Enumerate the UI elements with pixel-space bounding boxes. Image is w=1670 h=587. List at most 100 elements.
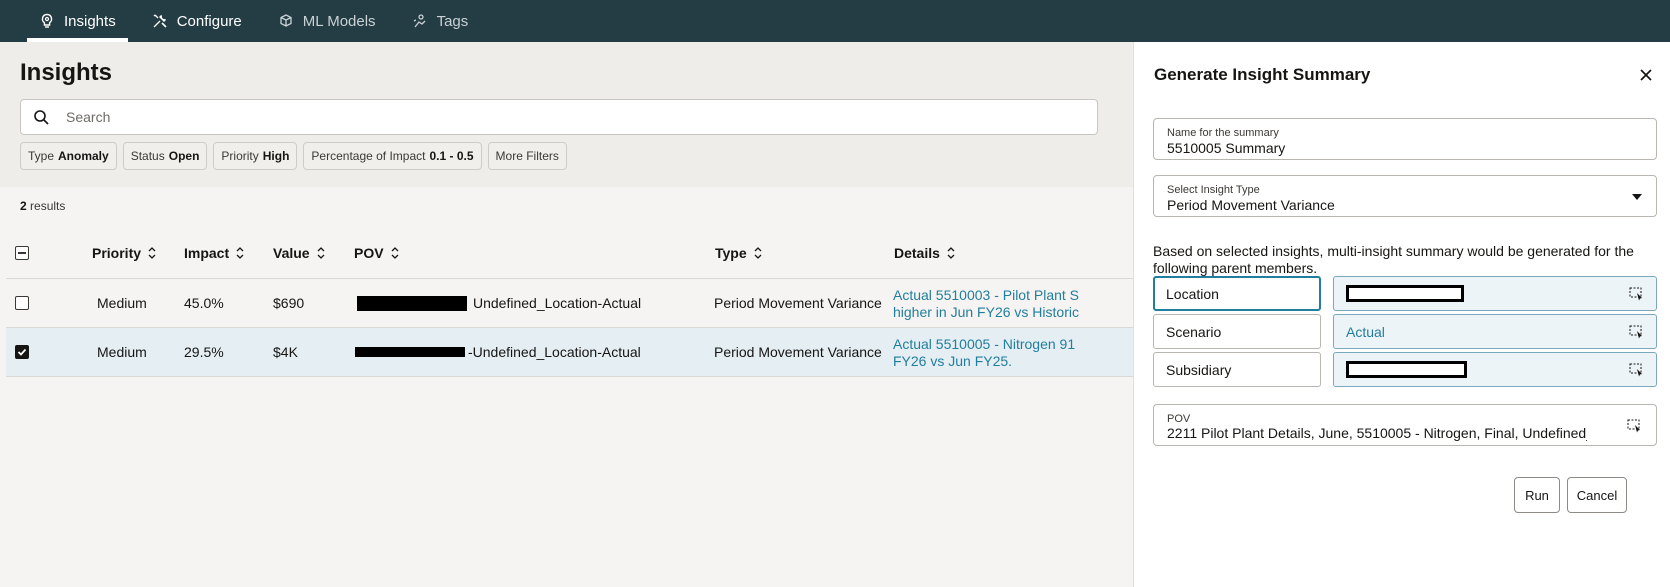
- filter-chip-status[interactable]: Status Open: [122, 142, 208, 170]
- filter-chip-value: Open: [168, 149, 200, 163]
- table-header: Priority Impact Value POV Type Details: [6, 227, 1133, 279]
- table-row[interactable]: Medium 45.0% $690 Undefined_Location-Act…: [6, 279, 1133, 328]
- results-count: 2 results: [20, 199, 65, 213]
- value-cell: $690: [273, 295, 305, 311]
- tab-ml-models[interactable]: ML Models: [266, 0, 388, 42]
- member-selector-icon: [1629, 287, 1642, 301]
- filter-chip-label: Percentage of Impact: [311, 149, 426, 163]
- redacted-block: [357, 295, 467, 311]
- redacted-block: [1346, 285, 1464, 302]
- tab-configure-label: Configure: [176, 12, 242, 30]
- impact-cell: 29.5%: [184, 344, 224, 360]
- summary-hint: Based on selected insights, multi-insigh…: [1153, 243, 1634, 276]
- tab-tags-label: Tags: [436, 12, 469, 30]
- details-line: FY26 vs Jun FY25.: [893, 353, 1013, 369]
- type-cell: Period Movement Variance: [714, 344, 882, 360]
- row-checkbox[interactable]: [15, 345, 29, 359]
- member-name-subsidiary[interactable]: Subsidiary: [1153, 352, 1321, 387]
- top-navigation: Insights Configure ML Models Tags: [0, 0, 1670, 42]
- close-icon[interactable]: [1637, 66, 1655, 84]
- run-button[interactable]: Run: [1514, 477, 1560, 513]
- impact-cell: 45.0%: [184, 295, 224, 311]
- details-link[interactable]: Actual 5510005 - Nitrogen 91 FY26 vs Jun …: [893, 328, 1133, 376]
- more-filters-button[interactable]: More Filters: [487, 142, 567, 170]
- sort-icon: [236, 246, 244, 259]
- column-header-impact[interactable]: Impact: [184, 227, 245, 278]
- column-header-type[interactable]: Type: [715, 227, 763, 278]
- value-cell: $4K: [273, 344, 298, 360]
- sort-icon: [317, 246, 325, 259]
- tools-icon: [153, 14, 167, 28]
- redacted-block: [1346, 361, 1467, 378]
- member-value-subsidiary[interactable]: [1333, 352, 1657, 387]
- member-selector-icon: [1629, 363, 1642, 377]
- type-cell: Period Movement Variance: [714, 295, 882, 311]
- select-all-checkbox[interactable]: [15, 245, 29, 260]
- filter-chip-label: Type: [28, 149, 55, 163]
- insight-type-select[interactable]: Select Insight Type Period Movement Vari…: [1153, 175, 1657, 217]
- tab-configure[interactable]: Configure: [140, 0, 254, 42]
- details-line: higher in Jun FY26 vs Historic: [893, 304, 1079, 320]
- insights-header: Insights TypeAnomaly StatusOpen Priority…: [0, 42, 1133, 187]
- details-line: Actual 5510005 - Nitrogen 91: [893, 336, 1076, 352]
- chevron-down-icon: [1632, 194, 1642, 200]
- filter-chip-priority[interactable]: Priority High: [213, 142, 298, 170]
- pov-field[interactable]: POV 2211 Pilot Plant Details, June, 5510…: [1153, 404, 1657, 446]
- column-label: Type: [715, 244, 747, 261]
- tab-insights[interactable]: Insights: [27, 0, 128, 42]
- details-link[interactable]: Actual 5510003 - Pilot Plant Shigher in …: [893, 279, 1133, 327]
- cancel-button[interactable]: Cancel: [1567, 477, 1627, 513]
- tag-person-icon: [413, 14, 426, 28]
- member-selector-icon: [1629, 325, 1642, 339]
- sort-icon: [148, 246, 156, 259]
- tab-ml-models-label: ML Models: [302, 12, 376, 30]
- priority-cell: Medium: [97, 344, 147, 360]
- table-row[interactable]: Medium 29.5% $4K -Undefined_Location-Act…: [6, 328, 1133, 377]
- sort-icon: [391, 246, 399, 259]
- summary-name-field[interactable]: Name for the summary 5510005 Summary: [1153, 118, 1657, 160]
- sort-icon: [754, 246, 762, 259]
- field-label: Name for the summary: [1167, 127, 1279, 139]
- column-label: Value: [273, 244, 310, 261]
- insights-table: Priority Impact Value POV Type Details M…: [6, 227, 1133, 377]
- member-name-location[interactable]: Location: [1153, 276, 1321, 311]
- filter-chip-type[interactable]: Type Anomaly: [20, 142, 117, 170]
- pov-text: Undefined_Location-Actual: [473, 295, 642, 311]
- pov-cell: Undefined_Location-Actual: [357, 279, 641, 327]
- field-label: Select Insight Type: [1167, 184, 1260, 196]
- member-value-text: Actual: [1346, 323, 1385, 340]
- field-value: Period Movement Variance: [1167, 197, 1335, 213]
- member-value-scenario[interactable]: Actual: [1333, 314, 1657, 349]
- member-selector-icon: [1627, 419, 1640, 433]
- column-header-value[interactable]: Value: [273, 227, 326, 278]
- column-header-pov[interactable]: POV: [354, 227, 400, 278]
- search-input[interactable]: [66, 100, 1066, 134]
- lightbulb-icon: [41, 13, 53, 28]
- member-name-scenario[interactable]: Scenario: [1153, 314, 1321, 349]
- search-icon: [34, 110, 49, 125]
- pov-text: -Undefined_Location-Actual: [468, 344, 641, 360]
- filter-chip-impact[interactable]: Percentage of Impact 0.1 - 0.5: [303, 142, 482, 170]
- filter-chip-label: Status: [130, 149, 165, 163]
- page-title: Insights: [20, 59, 113, 86]
- column-header-details[interactable]: Details: [894, 227, 956, 278]
- details-line: Actual 5510003 - Pilot Plant S: [893, 287, 1080, 303]
- results-number: 2: [20, 199, 27, 213]
- column-header-priority[interactable]: Priority: [92, 227, 157, 278]
- tab-insights-label: Insights: [64, 12, 116, 30]
- column-label: Priority: [92, 244, 142, 261]
- column-label: Details: [894, 244, 940, 261]
- field-value: 5510005 Summary: [1167, 140, 1286, 156]
- filter-chip-value: 0.1 - 0.5: [429, 149, 474, 163]
- pov-cell: -Undefined_Location-Actual: [355, 328, 641, 376]
- member-value-location[interactable]: [1333, 276, 1657, 311]
- tab-tags[interactable]: Tags: [400, 0, 481, 42]
- results-label: results: [26, 199, 66, 213]
- filter-chip-label: Priority: [221, 149, 259, 163]
- search-box: [20, 99, 1098, 135]
- insights-main: Insights TypeAnomaly StatusOpen Priority…: [0, 42, 1133, 587]
- column-label: Impact: [184, 244, 230, 261]
- field-label: POV: [1167, 413, 1191, 425]
- row-checkbox[interactable]: [15, 296, 29, 310]
- filter-chips: Type Anomaly Status Open Priority High Perc…: [20, 142, 567, 170]
